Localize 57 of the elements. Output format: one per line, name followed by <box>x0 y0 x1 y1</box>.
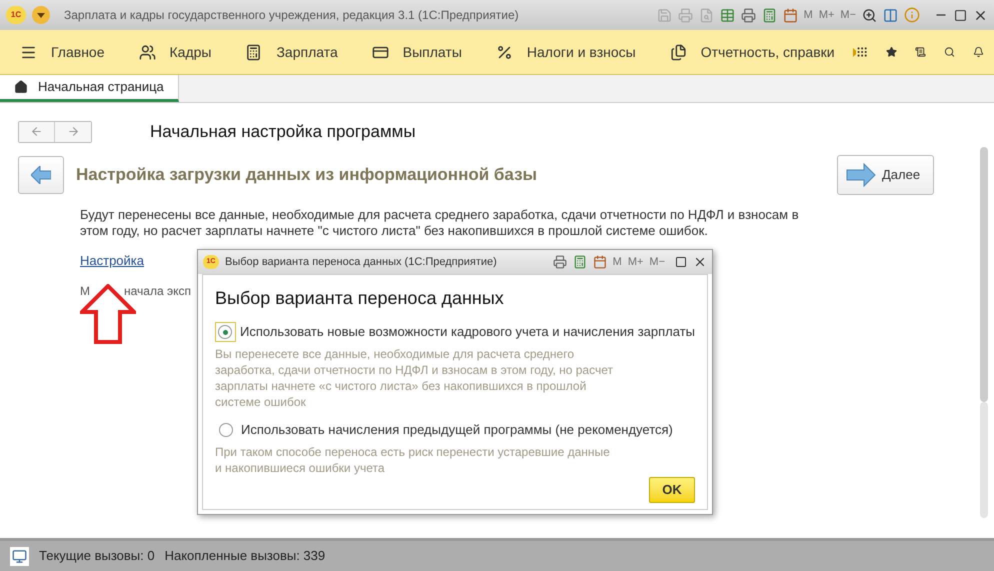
memory-button[interactable]: M <box>612 254 622 270</box>
zoom-icon[interactable] <box>862 8 877 22</box>
memory-button[interactable]: M <box>804 6 813 24</box>
dialog-title: Выбор варианта переноса данных (1С:Предприятие) <box>225 254 497 270</box>
status-text: Накопленные вызовы: 339 <box>164 547 326 566</box>
status-text: Текущие вызовы: 0 <box>39 547 155 566</box>
option-hint: При таком способе переноса есть риск перенести устаревшие данные и накопившиеся ошибки учета <box>215 444 611 476</box>
option-hint: Вы перенесете все данные, необходимые для расчета среднего заработка, сдачи отчетности по НДФЛ и взносам в этом году, но расчет зарплаты начнете «с чистого листа» без накопившихся в прошлой системе ошибок <box>215 346 614 410</box>
percent-icon <box>496 44 513 60</box>
section-item[interactable]: Выплаты <box>402 42 462 62</box>
right-arrow-icon <box>846 162 876 186</box>
maximize-icon[interactable] <box>954 8 967 22</box>
panels-icon[interactable] <box>883 8 898 22</box>
home-icon <box>14 80 28 94</box>
calendar-icon[interactable] <box>782 8 798 22</box>
maximize-icon[interactable] <box>675 256 687 268</box>
page-tab[interactable]: Начальная страница <box>0 75 179 102</box>
app-logo[interactable]: 1С <box>6 6 26 24</box>
more-arrow-icon[interactable] <box>852 48 856 56</box>
forward-button[interactable] <box>55 122 91 142</box>
section-item[interactable]: Отчетность, справки <box>700 42 835 62</box>
left-arrow-icon <box>31 166 51 184</box>
main-menu-button[interactable] <box>32 6 50 24</box>
dialog-heading: Выбор варианта переноса данных <box>215 287 505 310</box>
calculator-icon[interactable] <box>762 8 777 22</box>
documents-icon <box>670 44 687 60</box>
option-label: Использовать новые возможности кадрового учета и начисления зарплаты <box>240 323 695 342</box>
tab-label: Начальная страница <box>38 78 164 96</box>
memory-button[interactable]: M− <box>649 254 665 270</box>
forward-arrow-icon <box>66 125 80 138</box>
radio-button[interactable] <box>215 322 236 342</box>
calendar-icon[interactable] <box>592 255 607 269</box>
caret-icon <box>37 12 45 18</box>
section-item[interactable]: Зарплата <box>276 42 338 62</box>
settings-link[interactable]: Настройка <box>80 250 144 270</box>
section-item[interactable]: Кадры <box>170 42 212 62</box>
note-text: начала эксп <box>124 283 191 300</box>
description-text: Будут перенесены все данные, необходимые для расчета среднего заработка, сдачи отчетности по НДФЛ и взносам в этом году, но расчет зарплаты начнете "с чистого листа" без накопившихся в прошлой системе ошибок. <box>80 206 800 238</box>
window-title: Зарплата и кадры государственного учреждения, редакция 3.1 (1С:Предприятие) <box>64 7 519 24</box>
back-arrow-icon <box>30 125 43 138</box>
next-button[interactable]: Далее <box>837 154 934 194</box>
network-icon <box>12 548 27 564</box>
close-icon[interactable] <box>693 255 707 269</box>
note-text: М <box>80 283 90 300</box>
previous-button[interactable] <box>18 156 64 194</box>
page-title: Начальная настройка программы <box>150 121 416 143</box>
calculator-icon[interactable] <box>572 255 587 269</box>
option-label: Использовать начисления предыдущей программы (не рекомендуется) <box>241 421 673 440</box>
section-item[interactable]: Главное <box>51 42 104 62</box>
back-button[interactable] <box>19 122 55 142</box>
people-icon <box>138 44 156 60</box>
memory-button[interactable]: M+ <box>628 254 644 270</box>
step-title: Настройка загрузки данных из информационной базы <box>76 164 538 186</box>
calculator-icon <box>245 44 262 60</box>
section-item[interactable]: Налоги и взносы <box>526 42 636 62</box>
info-icon[interactable] <box>904 7 920 23</box>
ok-button[interactable]: OK <box>649 477 695 503</box>
